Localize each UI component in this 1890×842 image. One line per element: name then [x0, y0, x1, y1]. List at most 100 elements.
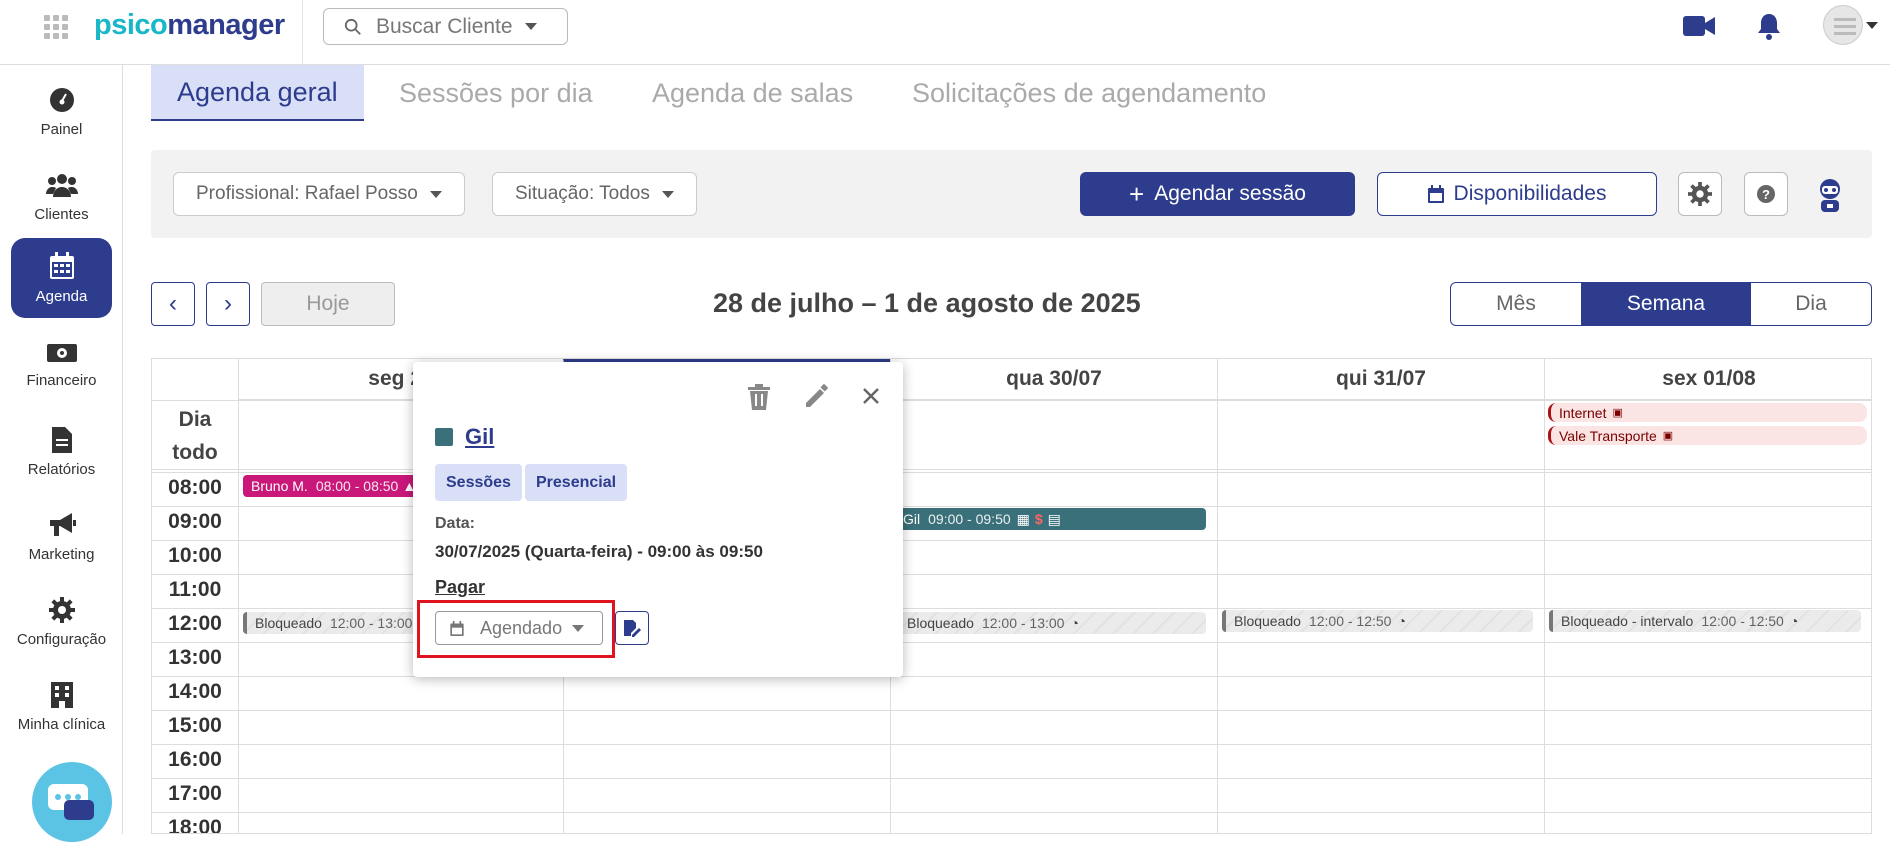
user-avatar[interactable] [1823, 5, 1863, 45]
calendar-icon [450, 620, 464, 636]
plus-icon: + [1129, 178, 1145, 209]
video-camera-icon[interactable] [1683, 14, 1715, 38]
bell-icon[interactable] [1756, 12, 1782, 40]
building-icon [50, 682, 73, 708]
settings-button[interactable] [1678, 172, 1722, 216]
grid-line [152, 812, 1871, 813]
hour-label: 17:00 [168, 782, 222, 805]
grid-line [152, 676, 1871, 677]
money-icon [46, 344, 77, 362]
sidebar-item-clientes[interactable]: Clientes [11, 158, 112, 238]
chevron-right-icon: › [224, 290, 232, 317]
tab-agenda-geral[interactable]: Agenda geral [151, 65, 364, 121]
prev-week-button[interactable]: ‹ [151, 282, 195, 326]
event-details-popup: Gil Sessões Presencial Data: 30/07/2025 … [413, 362, 903, 677]
chevron-down-icon [429, 190, 442, 198]
pencil-icon[interactable] [803, 384, 829, 410]
sidebar-item-configuracao[interactable]: Configuração [11, 583, 112, 663]
sidebar-item-minha-clinica[interactable]: Minha clínica [11, 668, 112, 748]
blocked-event[interactable]: Bloqueado 12:00 - 13:00 [243, 612, 418, 634]
agenda-toolbar: Profissional: Rafael Posso Situação: Tod… [151, 150, 1872, 238]
date-value: 30/07/2025 (Quarta-feira) - 09:00 às 09:… [435, 542, 763, 561]
file-edit-icon [624, 620, 641, 637]
blocked-event[interactable]: Bloqueado - intervalo 12:00 - 12:50 ◔ [1549, 610, 1861, 632]
money-icon: ▣ [1612, 407, 1623, 419]
client-search[interactable]: Buscar Cliente [323, 8, 568, 45]
chevron-left-icon: ‹ [169, 290, 177, 317]
sidebar-item-agenda[interactable]: Agenda [11, 238, 112, 318]
status-select[interactable]: Agendado [435, 611, 603, 645]
trash-icon[interactable] [748, 384, 770, 410]
divider [302, 0, 303, 64]
modality-chip: Presencial [525, 464, 628, 501]
availability-button[interactable]: Disponibilidades [1377, 172, 1657, 216]
schedule-session-button[interactable]: + Agendar sessão [1080, 172, 1355, 216]
event-color-swatch [435, 428, 453, 446]
tab-sessoes-por-dia[interactable]: Sessões por dia [373, 65, 619, 121]
pay-link[interactable]: Pagar [435, 577, 485, 598]
hour-label: 09:00 [168, 510, 222, 533]
clock-icon: ◔ [1397, 613, 1406, 629]
sidebar-item-marketing[interactable]: Marketing [11, 498, 112, 578]
professional-filter[interactable]: Profissional: Rafael Posso [173, 172, 465, 216]
sidebar-item-painel[interactable]: Painel [11, 73, 112, 153]
close-icon[interactable] [862, 387, 880, 405]
grid-line [1217, 359, 1218, 833]
event-title: Gil [435, 424, 494, 450]
chat-support-button[interactable] [32, 762, 112, 842]
calendar-event[interactable]: Bruno M. 08:00 - 08:50 ▲ [243, 475, 418, 497]
tab-agenda-de-salas[interactable]: Agenda de salas [626, 65, 879, 121]
chevron-down-icon [661, 190, 674, 198]
megaphone-icon [49, 513, 76, 536]
grid-line [152, 540, 1871, 541]
day-header-fri[interactable]: sex 01/08 [1544, 359, 1871, 400]
building-small-icon: ▤ [1047, 510, 1061, 527]
avatar-menu-chevron-icon[interactable] [1866, 22, 1878, 29]
sidebar-item-financeiro[interactable]: Financeiro [11, 328, 112, 408]
view-week-button[interactable]: Semana [1581, 283, 1751, 325]
grid-line [238, 359, 239, 833]
search-label: Buscar Cliente [376, 14, 513, 38]
grid-line [152, 400, 1871, 401]
next-week-button[interactable]: › [206, 282, 250, 326]
edit-notes-button[interactable] [615, 611, 649, 645]
blocked-event[interactable]: Bloqueado 12:00 - 13:00 ◔ [895, 612, 1206, 634]
tab-solicitacoes[interactable]: Solicitações de agendamento [886, 65, 1292, 121]
calendar-icon [49, 252, 74, 279]
status-filter[interactable]: Situação: Todos [492, 172, 697, 216]
date-label: Data: [435, 515, 476, 532]
day-header-thu[interactable]: qui 31/07 [1217, 359, 1544, 400]
calendar-event[interactable]: Gil 09:00 - 09:50 ▦ $ ▤ [895, 508, 1206, 530]
grid-line [152, 506, 1871, 507]
grid-line [152, 469, 1871, 470]
calendar-icon [1427, 185, 1444, 203]
sidebar-item-relatorios[interactable]: Relatórios [11, 413, 112, 493]
client-name-link[interactable]: Gil [465, 424, 494, 450]
hour-label: 15:00 [168, 714, 222, 737]
clock-icon: ◔ [1070, 615, 1079, 631]
app-logo[interactable]: psicomanager [94, 9, 285, 42]
grid-line [152, 778, 1871, 779]
robot-assistant-icon[interactable] [1814, 178, 1846, 212]
users-icon [45, 174, 78, 197]
calendar-small-icon: ▦ [1016, 510, 1030, 527]
grid-line [152, 574, 1871, 575]
view-switcher: Mês Semana Dia [1450, 282, 1872, 326]
today-button[interactable]: Hoje [261, 282, 395, 326]
view-month-button[interactable]: Mês [1451, 283, 1581, 325]
grid-line [152, 744, 1871, 745]
allday-event[interactable]: Internet ▣ [1548, 403, 1867, 422]
svg-text:?: ? [1762, 187, 1770, 202]
document-icon [51, 427, 72, 453]
dollar-icon: $ [1034, 511, 1043, 527]
grid-line [152, 608, 1871, 609]
help-button[interactable]: ? [1744, 172, 1788, 216]
apps-grid-icon[interactable] [44, 15, 68, 39]
day-header-wed[interactable]: qua 30/07 [890, 359, 1217, 400]
grid-line [152, 472, 1871, 473]
view-day-button[interactable]: Dia [1751, 283, 1871, 325]
blocked-event[interactable]: Bloqueado 12:00 - 12:50 ◔ [1222, 610, 1533, 632]
allday-event[interactable]: Vale Transporte ▣ [1548, 426, 1867, 445]
grid-line [152, 642, 1871, 643]
all-day-label: Dia todo [172, 408, 218, 464]
